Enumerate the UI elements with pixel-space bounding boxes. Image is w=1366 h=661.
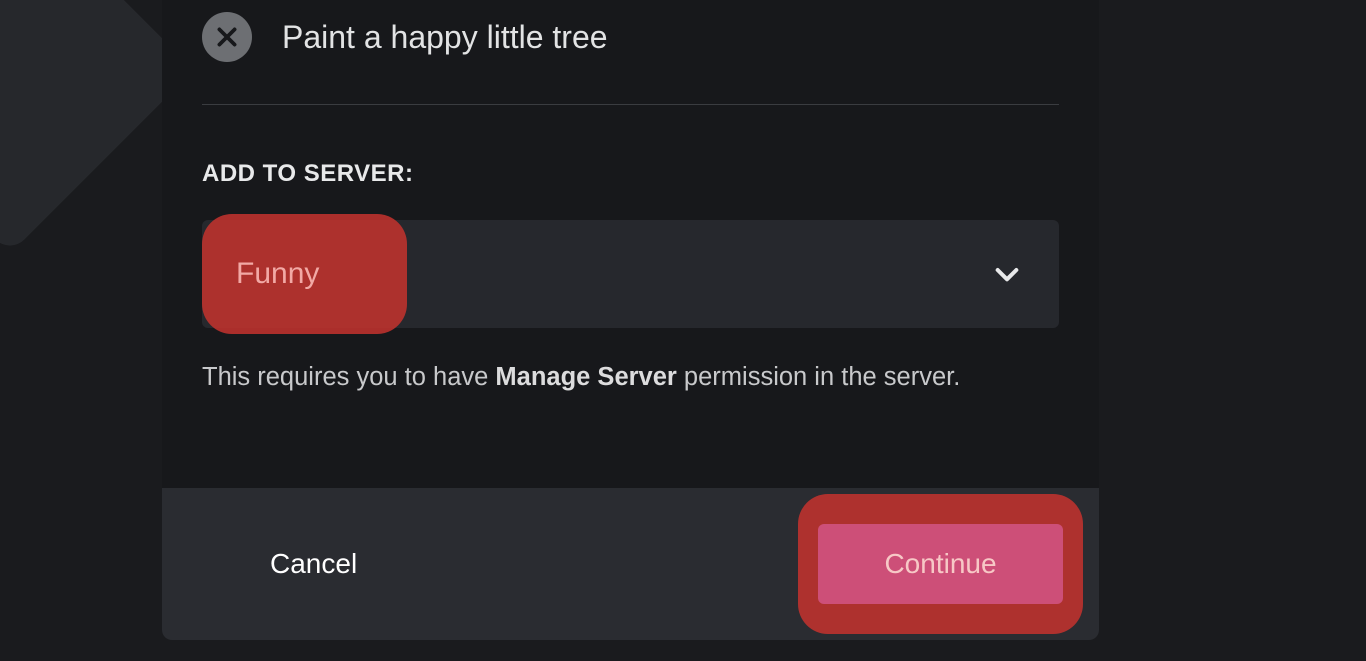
divider — [202, 104, 1059, 105]
modal-body: Paint a happy little tree ADD TO SERVER:… — [162, 0, 1099, 436]
modal-footer: Cancel Continue — [162, 488, 1099, 640]
cancel-button[interactable]: Cancel — [198, 530, 429, 598]
helper-strong: Manage Server — [495, 363, 676, 391]
server-select-value: Funny — [236, 257, 319, 291]
permission-denied-row: Paint a happy little tree — [202, 0, 1059, 104]
continue-wrap: Continue — [818, 524, 1063, 604]
helper-suffix: permission in the server. — [677, 363, 960, 391]
continue-button[interactable]: Continue — [818, 524, 1063, 604]
server-select-wrap: Funny — [202, 220, 1059, 328]
server-select[interactable]: Funny — [202, 220, 1059, 328]
chevron-down-icon — [989, 256, 1025, 292]
add-to-server-modal: Paint a happy little tree ADD TO SERVER:… — [162, 0, 1099, 640]
add-to-server-label: ADD TO SERVER: — [202, 160, 1059, 188]
denied-x-icon — [202, 12, 252, 62]
helper-prefix: This requires you to have — [202, 363, 495, 391]
permission-denied-label: Paint a happy little tree — [282, 19, 608, 56]
permission-helper-text: This requires you to have Manage Server … — [202, 360, 1059, 396]
